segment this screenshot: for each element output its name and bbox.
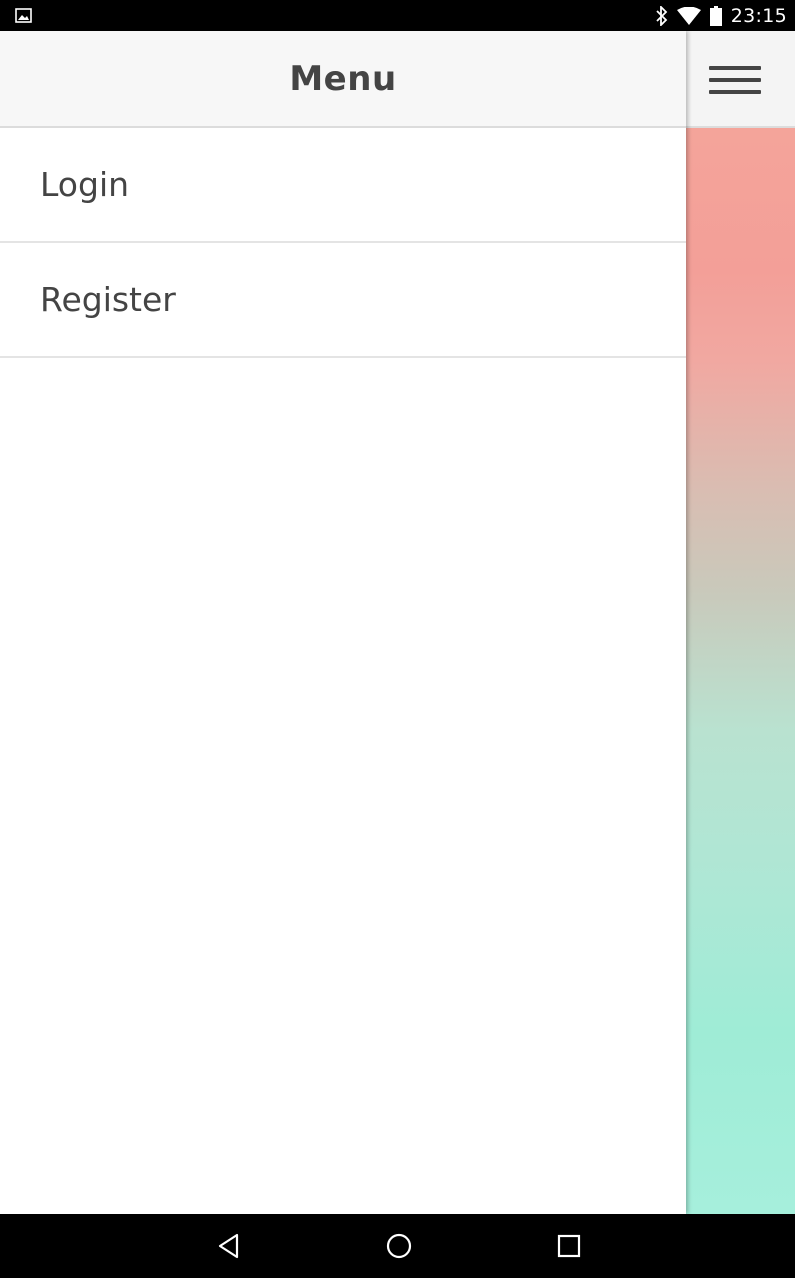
menu-item-login[interactable]: Login [0,128,686,243]
background-header-divider [686,126,795,128]
hamburger-icon-bar [709,90,761,94]
navigation-bar [0,1214,795,1278]
recents-icon[interactable] [555,1232,583,1260]
status-time: 23:15 [730,4,787,27]
drawer-title: Menu [289,58,397,99]
battery-icon [709,5,722,26]
drawer-header: Menu [0,31,686,128]
home-icon[interactable] [385,1232,413,1260]
menu-item-register[interactable]: Register [0,243,686,358]
background-content [686,31,795,1214]
status-right: 23:15 [656,0,787,31]
hamburger-icon [709,66,761,70]
menu-toggle-button[interactable] [700,52,770,108]
status-bar: 23:15 [0,0,795,31]
screen: 23:15 Menu Login Register [0,0,795,1278]
hamburger-icon-bar [709,78,761,82]
image-notification-icon [15,8,32,23]
back-icon[interactable] [215,1232,243,1260]
bluetooth-icon [656,5,668,26]
wifi-icon [676,6,701,25]
side-drawer: Menu Login Register [0,31,686,1214]
